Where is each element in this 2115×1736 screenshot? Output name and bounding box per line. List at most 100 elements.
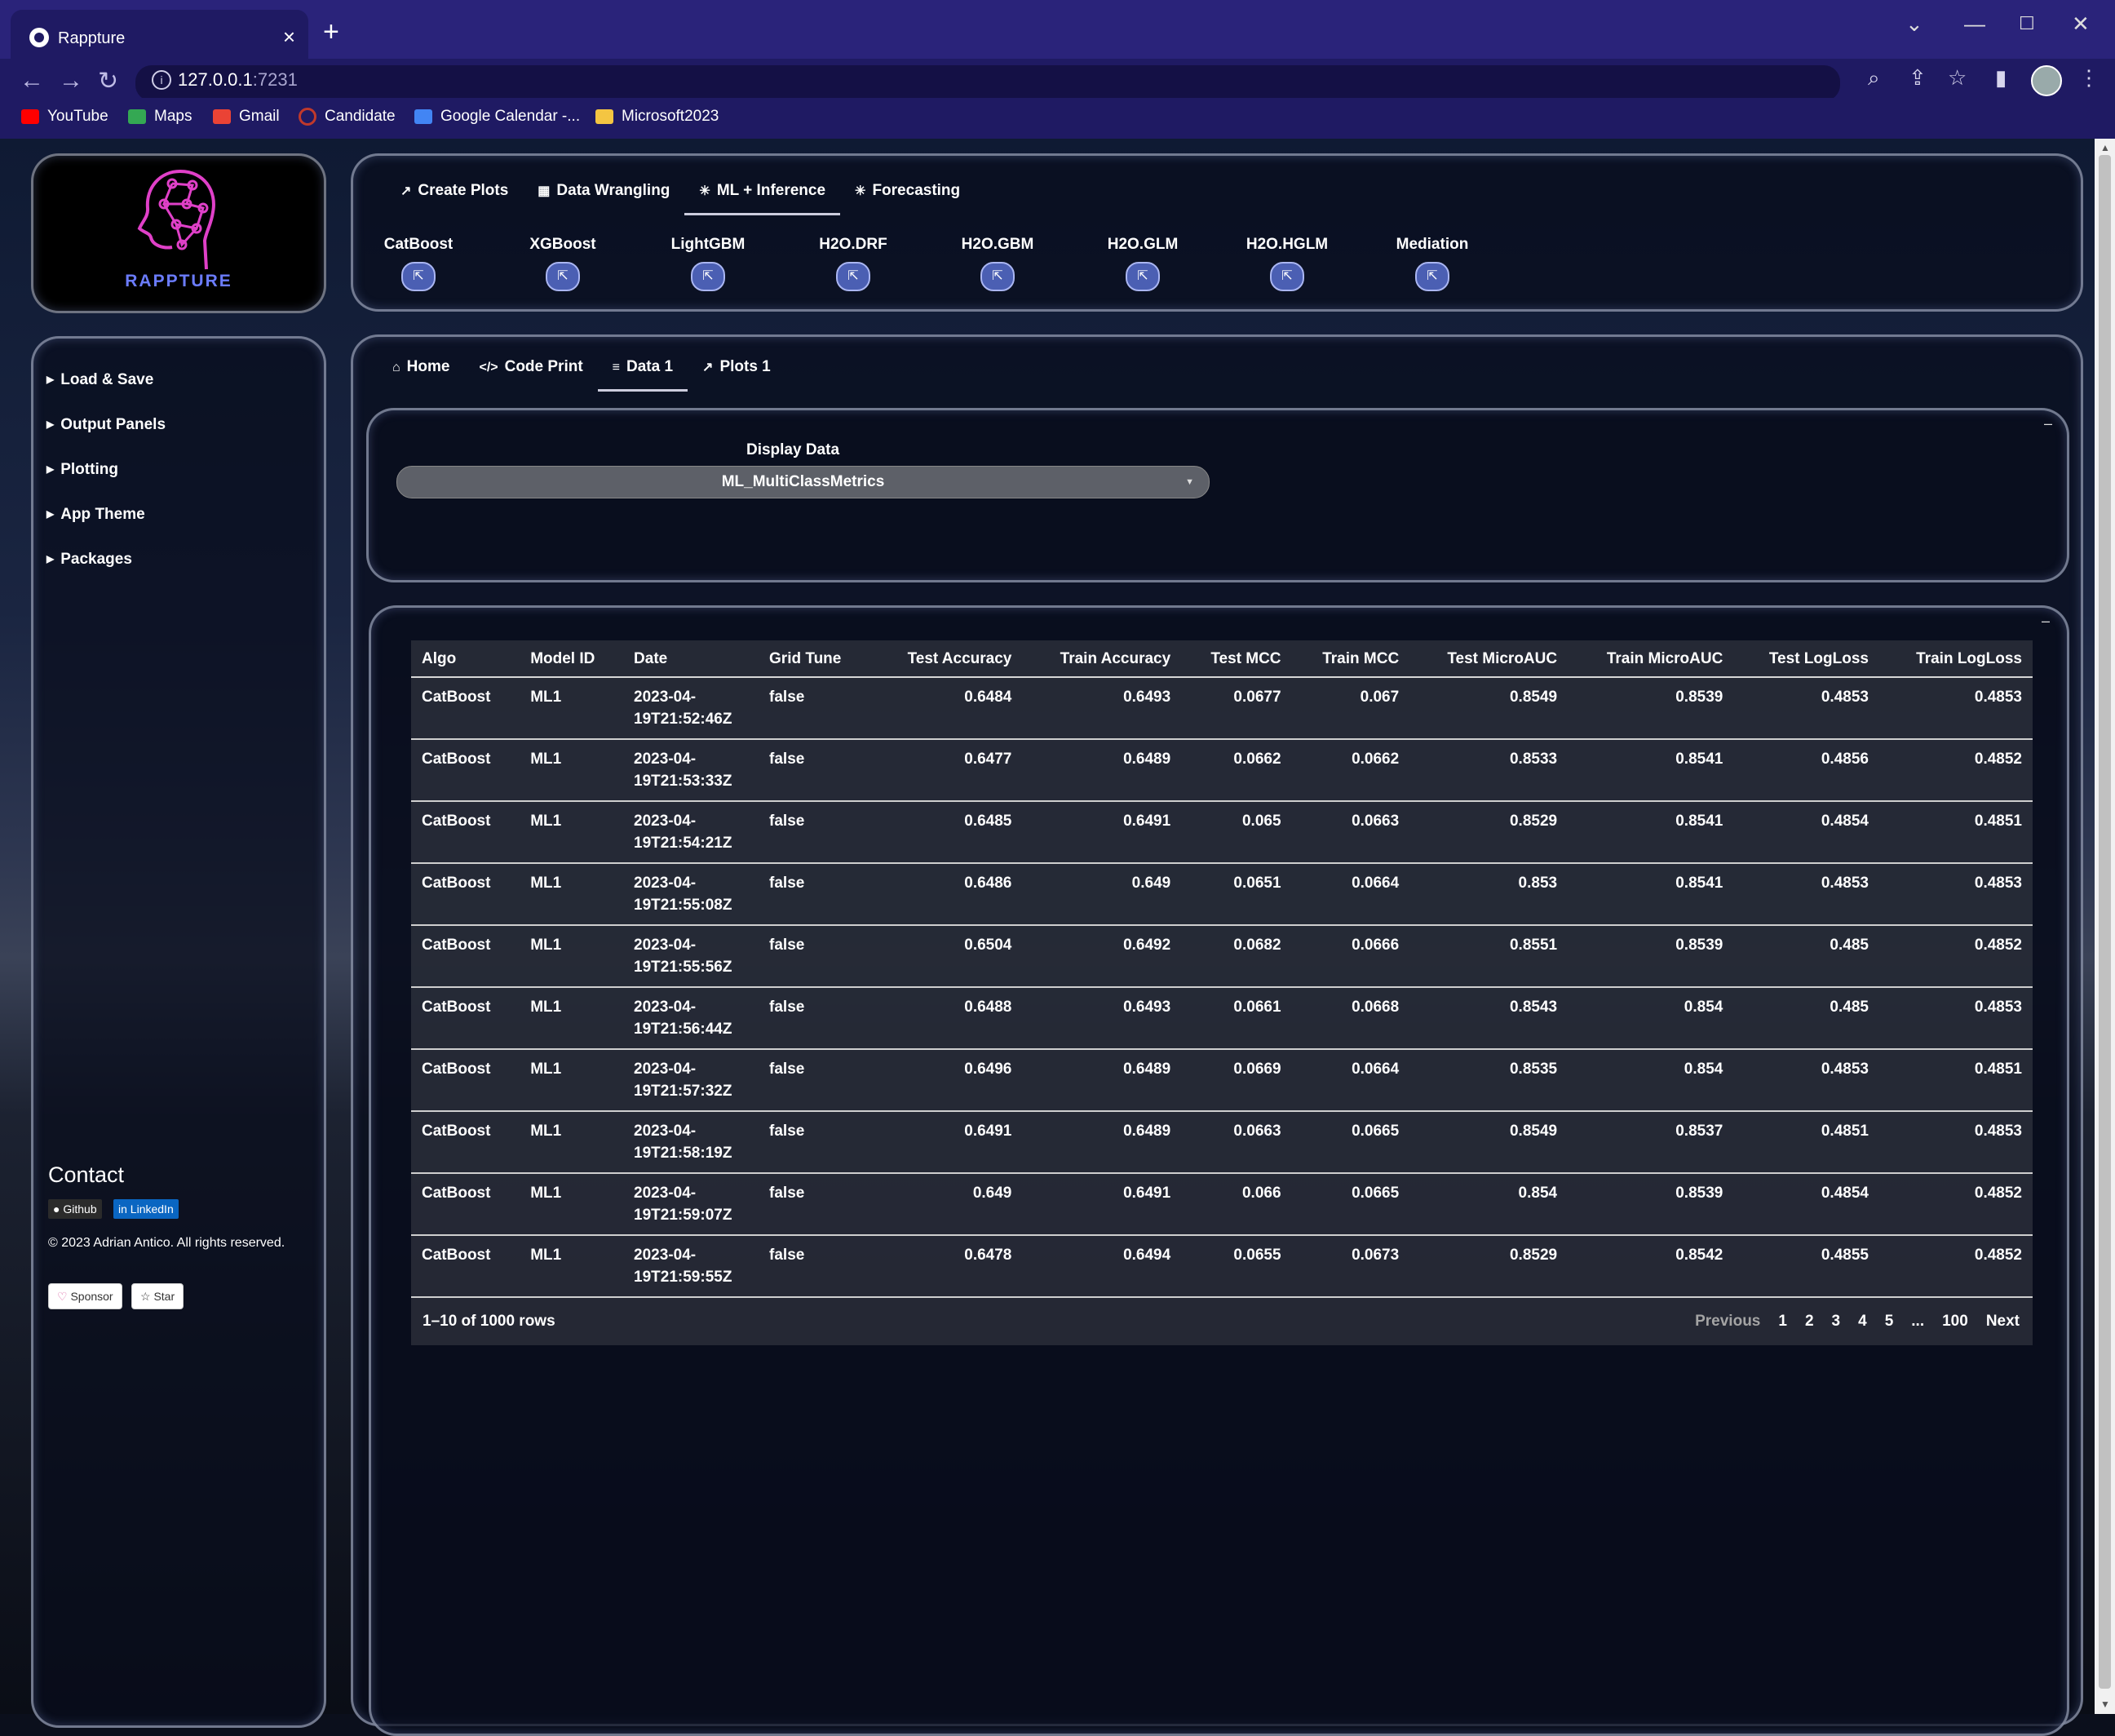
table-cell: 2023-04-19T21:55:08Z	[623, 863, 759, 926]
minimize-table-button[interactable]: –	[2042, 613, 2050, 630]
external-link-icon[interactable]: ⇱	[691, 262, 725, 291]
reload-icon[interactable]: ↻	[98, 67, 118, 95]
tab-data-wrangling[interactable]: ▦ Data Wrangling	[523, 177, 684, 215]
column-header[interactable]: Test MCC	[1181, 640, 1292, 678]
tab-create-plots[interactable]: ↗ Create Plots	[386, 177, 523, 215]
page-button[interactable]: 3	[1832, 1313, 1841, 1331]
external-link-icon[interactable]: ⇱	[546, 262, 580, 291]
tab-forecasting[interactable]: ✳ Forecasting	[840, 177, 975, 215]
bookmark-star-icon[interactable]: ☆	[1948, 65, 1967, 91]
sidebar-item-plotting[interactable]: ▶ Plotting	[46, 461, 118, 479]
bookmark-youtube[interactable]: YouTube	[21, 108, 108, 126]
previous-page-button[interactable]: Previous	[1695, 1313, 1760, 1331]
address-bar[interactable]: i 127.0.0.1:7231	[135, 65, 1840, 101]
bookmark-maps[interactable]: Maps	[128, 108, 192, 126]
new-tab-button[interactable]: +	[323, 18, 339, 46]
table-cell: ML1	[520, 925, 624, 988]
minimize-window-icon[interactable]: —	[1964, 11, 1985, 37]
table-cell: CatBoost	[411, 1173, 520, 1236]
star-button[interactable]: ☆ Star	[131, 1283, 184, 1309]
sidebar-item-label: Output Panels	[60, 416, 166, 433]
column-header[interactable]: Train MCC	[1291, 640, 1410, 678]
tab-label: Data 1	[626, 358, 674, 375]
scroll-down-icon[interactable]: ▼	[2100, 1698, 2110, 1710]
github-badge[interactable]: ● Github	[48, 1199, 102, 1219]
expand-triangle-icon: ▶	[46, 463, 55, 475]
table-cell: 2023-04-19T21:56:44Z	[623, 987, 759, 1050]
external-link-icon[interactable]: ⇱	[980, 262, 1015, 291]
menu-dots-icon[interactable]: ⋮	[2078, 65, 2100, 91]
side-panel-icon[interactable]: ▮	[1995, 65, 2007, 91]
external-link-icon[interactable]: ⇱	[1126, 262, 1160, 291]
site-info-icon[interactable]: i	[152, 70, 171, 90]
table-cell: 0.6485	[870, 801, 1023, 864]
bookmark-folder-microsoft2023[interactable]: Microsoft2023	[595, 108, 719, 126]
page-button[interactable]: 5	[1885, 1313, 1894, 1331]
display-data-label: Display Data	[746, 441, 840, 458]
column-header[interactable]: Date	[623, 640, 759, 678]
bookmark-gmail[interactable]: Gmail	[213, 108, 280, 126]
page-scrollbar[interactable]: ▲ ▼	[2095, 139, 2115, 1714]
tab-home[interactable]: ⌂ Home	[378, 353, 464, 392]
column-header[interactable]: Train MicroAUC	[1568, 640, 1734, 678]
back-icon[interactable]: ←	[20, 67, 44, 95]
table-cell: 0.8539	[1568, 925, 1734, 988]
display-data-select[interactable]: ML_MultiClassMetrics ▼	[396, 466, 1210, 498]
profile-avatar[interactable]	[2031, 65, 2062, 96]
external-link-icon[interactable]: ⇱	[1270, 262, 1304, 291]
close-tab-icon[interactable]: ×	[283, 24, 295, 50]
page-button[interactable]: 1	[1778, 1313, 1787, 1331]
external-link-icon[interactable]: ⇱	[401, 262, 436, 291]
maximize-window-icon[interactable]: ☐	[2019, 13, 2035, 34]
minimize-box-button[interactable]: –	[2044, 415, 2052, 432]
table-cell: 0.4852	[1878, 1173, 2033, 1236]
external-link-icon[interactable]: ⇱	[836, 262, 870, 291]
table-cell: 0.4853	[1733, 677, 1879, 740]
tab-code-print[interactable]: </> Code Print	[464, 353, 597, 392]
column-header[interactable]: Model ID	[520, 640, 624, 678]
sidebar-item-packages[interactable]: ▶ Packages	[46, 551, 132, 569]
tab-data-1[interactable]: ≡ Data 1	[597, 353, 688, 392]
page-button[interactable]: 100	[1942, 1313, 1968, 1331]
scroll-up-icon[interactable]: ▲	[2100, 142, 2110, 153]
next-page-button[interactable]: Next	[1986, 1313, 2020, 1331]
table-cell: 0.6493	[1022, 677, 1182, 740]
forward-icon[interactable]: →	[59, 67, 83, 95]
column-header[interactable]: Algo	[411, 640, 520, 678]
zoom-icon[interactable]: ⌕	[1868, 65, 1880, 91]
tab-label: ML + Inference	[716, 182, 826, 199]
bookmark-candidate[interactable]: Candidate	[299, 108, 396, 126]
sidebar-item-load-save[interactable]: ▶ Load & Save	[46, 371, 153, 389]
sidebar-item-output-panels[interactable]: ▶ Output Panels	[46, 416, 166, 434]
sponsor-button[interactable]: ♡ Sponsor	[48, 1283, 122, 1309]
table-cell: 0.4856	[1733, 739, 1879, 802]
scrollbar-thumb[interactable]	[2099, 155, 2111, 1689]
tab-plots-1[interactable]: ↗ Plots 1	[688, 353, 785, 392]
column-header[interactable]: Train LogLoss	[1878, 640, 2033, 678]
model-label: H2O.DRF	[819, 236, 887, 253]
expand-triangle-icon: ▶	[46, 418, 55, 430]
tab-search-icon[interactable]: ⌄	[1905, 11, 1923, 37]
bookmark-google-calendar[interactable]: Google Calendar -...	[414, 108, 580, 126]
tab-ml-inference[interactable]: ✳ ML + Inference	[684, 177, 841, 215]
column-header[interactable]: Test Accuracy	[870, 640, 1023, 678]
column-header[interactable]: Grid Tune	[759, 640, 871, 678]
data-table: Algo Model ID Date Grid Tune Test Accura…	[411, 640, 2033, 1298]
share-icon[interactable]: ⇪	[1909, 65, 1927, 91]
linkedin-badge[interactable]: in LinkedIn	[113, 1199, 179, 1219]
table-cell: 2023-04-19T21:58:19Z	[623, 1111, 759, 1174]
column-header[interactable]: Test MicroAUC	[1409, 640, 1569, 678]
table-cell: 0.0651	[1181, 863, 1292, 926]
table-row: CatBoost ML1 2023-04-19T21:53:33Z false 0.64…	[411, 739, 2033, 802]
column-header[interactable]: Test LogLoss	[1733, 640, 1879, 678]
page-button[interactable]: 2	[1805, 1313, 1814, 1331]
page-button[interactable]: 4	[1858, 1313, 1867, 1331]
close-window-icon[interactable]: ✕	[2072, 11, 2090, 37]
table-cell: 0.8539	[1568, 677, 1734, 740]
table-cell: 0.6496	[870, 1049, 1023, 1112]
table-cell: false	[759, 1049, 871, 1112]
column-header[interactable]: Train Accuracy	[1022, 640, 1182, 678]
sidebar-item-app-theme[interactable]: ▶ App Theme	[46, 506, 145, 524]
external-link-icon[interactable]: ⇱	[1415, 262, 1449, 291]
table-cell: CatBoost	[411, 1049, 520, 1112]
